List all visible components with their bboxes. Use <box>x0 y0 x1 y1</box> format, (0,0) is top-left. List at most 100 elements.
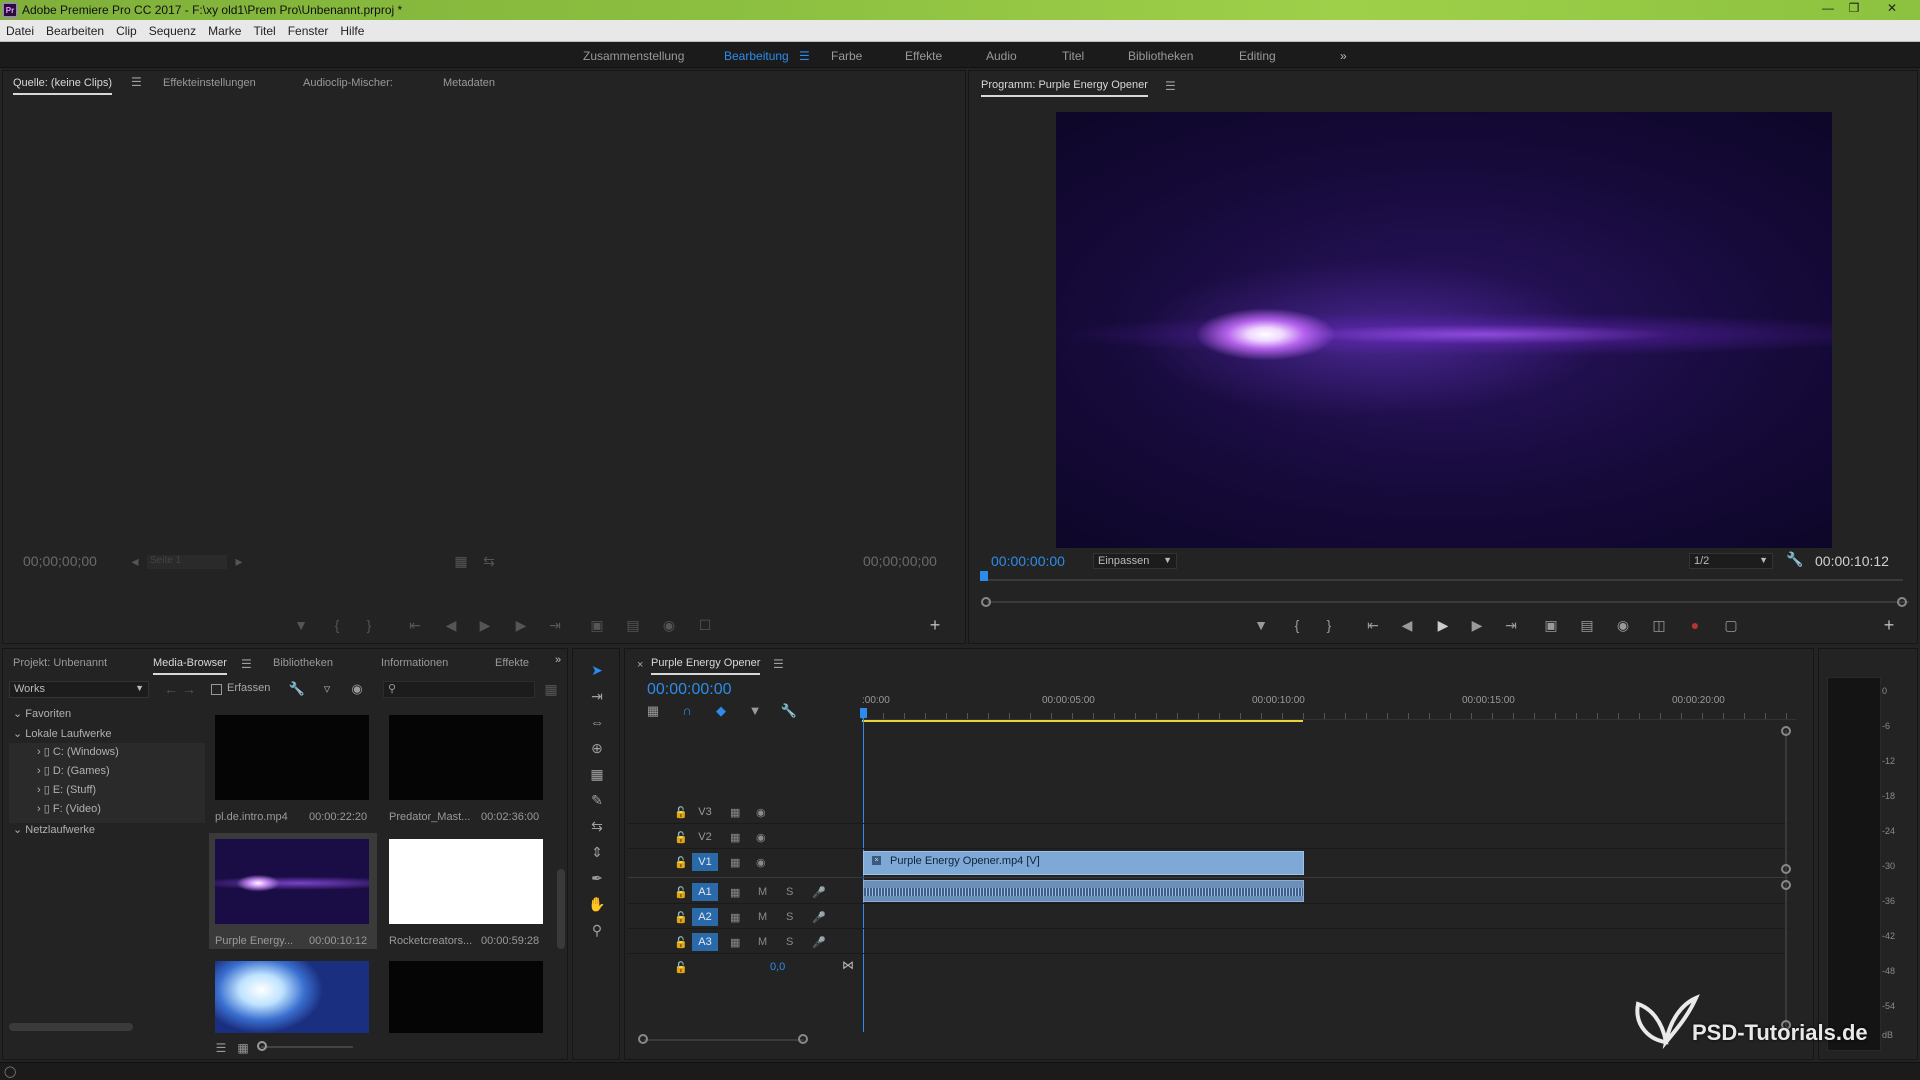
search-input[interactable]: ⚲ <box>383 681 535 698</box>
tree-local-drives[interactable]: ⌄ Lokale Laufwerke <box>13 727 112 740</box>
wrench-icon[interactable]: 🔧 <box>1785 551 1805 568</box>
thumb-black[interactable] <box>389 961 543 1033</box>
thumb-rocketcreators[interactable] <box>389 839 543 924</box>
microphone-icon[interactable]: 🎤 <box>812 911 826 924</box>
thumb-blue-light[interactable] <box>215 961 369 1033</box>
microphone-icon[interactable]: 🎤 <box>812 886 826 899</box>
menu-bearbeiten[interactable]: Bearbeiten <box>40 24 110 38</box>
menu-fenster[interactable]: Fenster <box>282 24 335 38</box>
solo-button[interactable]: S <box>786 886 793 898</box>
hzoom-handle-left[interactable] <box>638 1034 648 1044</box>
mark-in-icon[interactable]: { <box>1287 617 1307 633</box>
close-sequence-icon[interactable]: × <box>637 659 643 671</box>
tree-drive-d[interactable]: › ▯ D: (Games) <box>37 764 110 777</box>
zoom-slider[interactable] <box>261 1046 353 1048</box>
safe-margins-icon[interactable]: ▢ <box>1721 617 1741 634</box>
tab-metadata[interactable]: Metadaten <box>443 77 495 89</box>
source-add-button-icon[interactable]: + <box>925 615 945 636</box>
restore-icon[interactable]: ❐ <box>1842 0 1866 18</box>
program-title[interactable]: Programm: Purple Energy Opener <box>981 79 1148 97</box>
track-label-a1[interactable]: A1 <box>692 883 718 901</box>
zoom-handle-left[interactable] <box>981 597 991 607</box>
thumb-predator[interactable] <box>389 715 543 800</box>
rate-stretch-tool-icon[interactable]: ▦ <box>585 766 609 786</box>
close-icon[interactable]: ✕ <box>1880 0 1904 18</box>
tab-audio-clip-mixer[interactable]: Audioclip-Mischer: <box>303 77 393 89</box>
mute-button[interactable]: M <box>758 936 767 948</box>
source-panel-menu-icon[interactable]: ☰ <box>131 75 142 89</box>
ingest-settings-wrench-icon[interactable]: 🔧 <box>287 681 307 697</box>
thumb-pl-de-intro[interactable] <box>215 715 369 800</box>
program-playhead[interactable] <box>980 571 988 581</box>
record-icon[interactable]: ● <box>1685 617 1705 633</box>
filter-icon[interactable]: ▿ <box>317 681 337 697</box>
workspace-menu-icon[interactable]: ☰ <box>799 49 810 63</box>
workspace-farbe[interactable]: Farbe <box>831 49 862 63</box>
lock-icon[interactable]: 🔓 <box>674 856 688 869</box>
add-marker-timeline-icon[interactable]: ▼ <box>745 703 765 718</box>
linked-selection-icon[interactable]: ◆ <box>711 703 731 719</box>
timeline-timecode[interactable]: 00:00:00:00 <box>647 681 732 699</box>
selection-tool-icon[interactable]: ➤ <box>585 662 609 682</box>
tree-drive-c[interactable]: › ▯ C: (Windows) <box>37 745 119 758</box>
tree-network-drives[interactable]: ⌄ Netzlaufwerke <box>13 823 95 836</box>
rolling-edit-tool-icon[interactable]: ⊕ <box>585 740 609 760</box>
slide-tool-icon[interactable]: ⇕ <box>585 844 609 864</box>
lock-icon[interactable]: 🔓 <box>674 961 688 974</box>
menu-titel[interactable]: Titel <box>247 24 281 38</box>
media-browser-menu-icon[interactable]: ☰ <box>241 657 252 671</box>
menu-sequenz[interactable]: Sequenz <box>143 24 202 38</box>
workspace-bibliotheken[interactable]: Bibliotheken <box>1128 49 1193 63</box>
lock-icon[interactable]: 🔓 <box>674 831 688 844</box>
zoom-handle-right[interactable] <box>1897 597 1907 607</box>
workspace-editing[interactable]: Editing <box>1239 49 1276 63</box>
panel-overflow-icon[interactable]: » <box>555 654 561 666</box>
add-marker-icon[interactable]: ▼ <box>1251 617 1271 633</box>
tab-project[interactable]: Projekt: Unbenannt <box>13 657 107 669</box>
master-volume-value[interactable]: 0,0 <box>770 961 785 973</box>
program-zoom-bar[interactable] <box>987 601 1909 603</box>
menu-clip[interactable]: Clip <box>110 24 143 38</box>
location-dropdown[interactable]: Works ▼ <box>9 681 149 698</box>
program-panel-menu-icon[interactable]: ☰ <box>1165 79 1176 93</box>
lift-icon[interactable]: ▣ <box>1541 617 1561 634</box>
thumb-purple-energy[interactable] <box>215 839 369 924</box>
tree-drive-e[interactable]: › ▯ E: (Stuff) <box>37 783 96 796</box>
vzoom-handle-mid1[interactable] <box>1781 864 1791 874</box>
sync-lock-icon[interactable]: ▦ <box>730 856 740 869</box>
program-add-button-icon[interactable]: + <box>1879 615 1899 636</box>
thumb-scrollbar[interactable] <box>557 869 565 949</box>
minimize-icon[interactable]: — <box>1816 0 1840 18</box>
eye-icon[interactable]: ◉ <box>756 806 766 819</box>
source-timecode-left[interactable]: 00;00;00;00 <box>23 553 97 569</box>
track-select-tool-icon[interactable]: ⇥ <box>585 688 609 708</box>
tab-media-browser[interactable]: Media-Browser <box>153 657 227 675</box>
tab-libraries[interactable]: Bibliotheken <box>273 657 333 669</box>
hzoom-handle-right[interactable] <box>798 1034 808 1044</box>
resolution-dropdown[interactable]: 1/2 ▼ <box>1689 553 1773 569</box>
program-timecode[interactable]: 00:00:00:00 <box>991 553 1065 569</box>
sync-lock-icon[interactable]: ▦ <box>730 936 740 949</box>
solo-button[interactable]: S <box>786 911 793 923</box>
timeline-ruler[interactable] <box>862 712 1796 720</box>
lock-icon[interactable]: 🔓 <box>674 936 688 949</box>
goto-in-icon[interactable]: ⇤ <box>1363 617 1383 634</box>
workspace-zusammenstellung[interactable]: Zusammenstellung <box>583 49 684 63</box>
lock-icon[interactable]: 🔓 <box>674 806 688 819</box>
snap-magnet-icon[interactable]: ∩ <box>677 703 697 718</box>
icon-view-icon[interactable]: ▦ <box>233 1041 253 1055</box>
eye-icon[interactable]: ◉ <box>756 856 766 869</box>
insert-sequence-nest-icon[interactable]: ▦ <box>643 703 663 719</box>
tab-effects[interactable]: Effekte <box>495 657 529 669</box>
mute-button[interactable]: M <box>758 886 767 898</box>
lock-icon[interactable]: 🔓 <box>674 886 688 899</box>
track-label-a2[interactable]: A2 <box>692 908 718 926</box>
solo-button[interactable]: S <box>786 936 793 948</box>
mark-out-icon[interactable]: } <box>1319 617 1339 633</box>
master-goto-end-icon[interactable]: ⋈ <box>842 958 854 972</box>
ingest-checkbox[interactable] <box>211 684 222 695</box>
pen-tool-icon[interactable]: ✒ <box>585 870 609 890</box>
sync-lock-icon[interactable]: ▦ <box>730 806 740 819</box>
menu-datei[interactable]: Datei <box>0 24 40 38</box>
tree-favorites[interactable]: ⌄ Favoriten <box>13 707 71 720</box>
